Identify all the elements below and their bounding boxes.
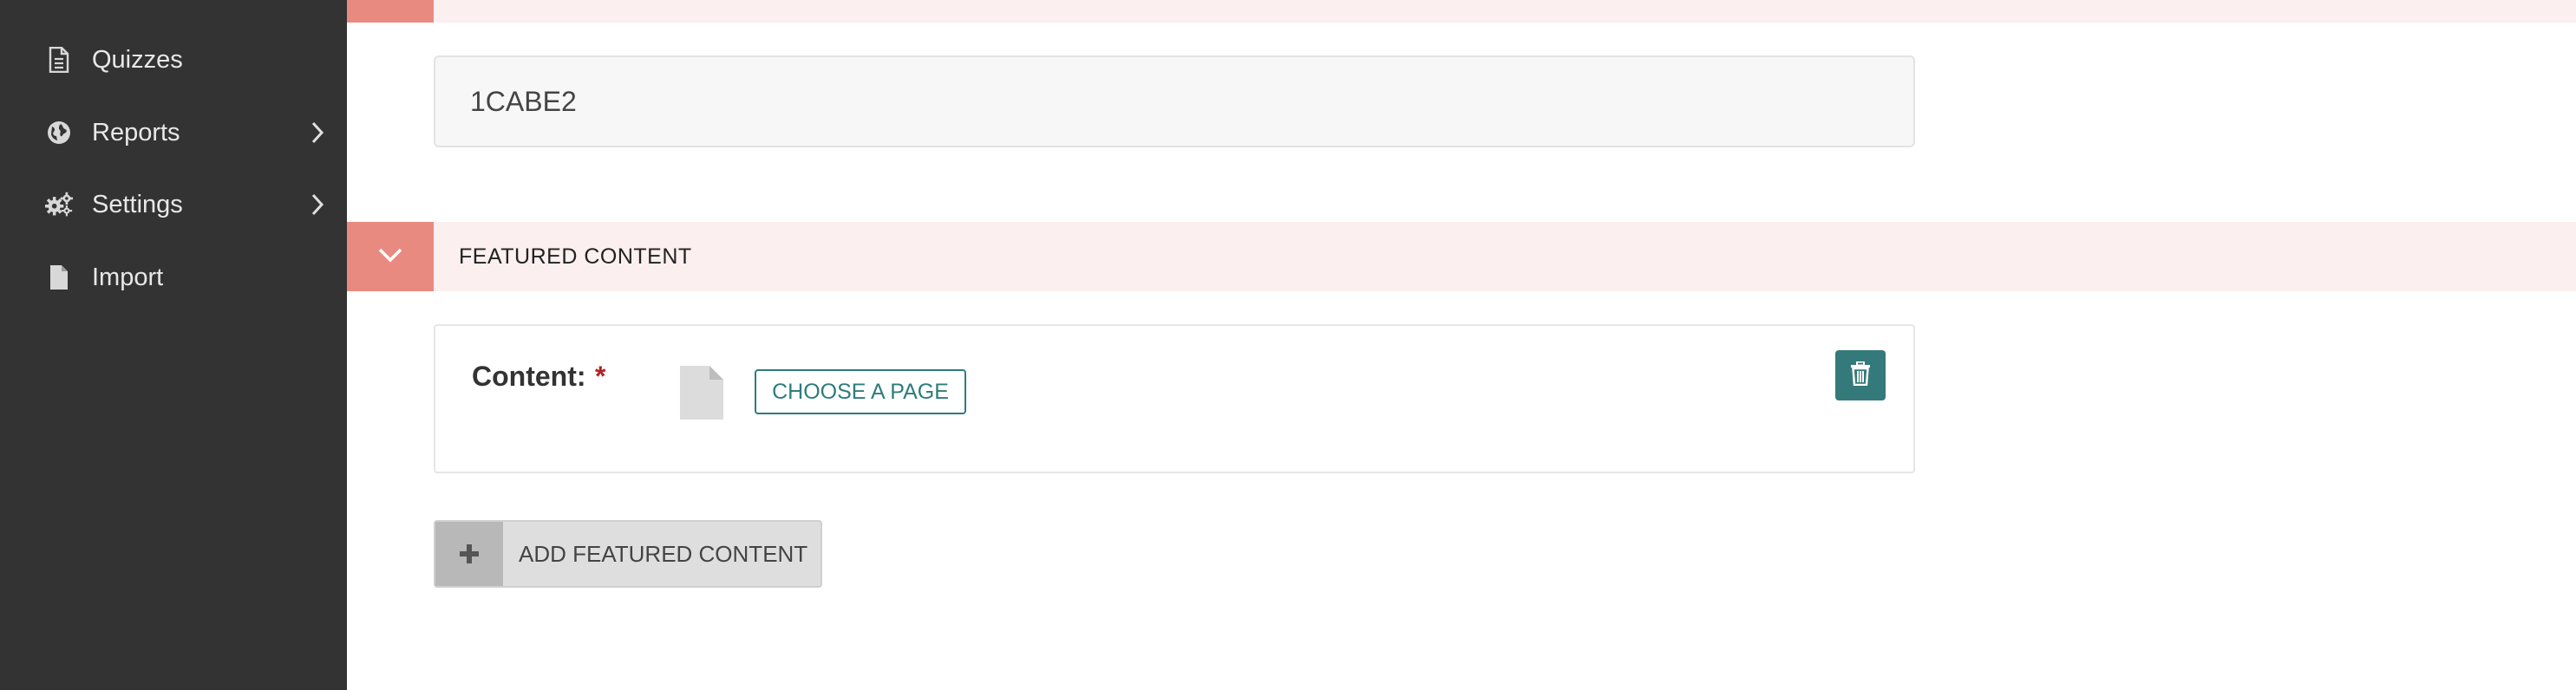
delete-button[interactable] (1835, 350, 1886, 400)
featured-content-header: FEATURED CONTENT (347, 222, 2576, 291)
sidebar-item-settings[interactable]: Settings (0, 173, 347, 236)
section-title: FEATURED CONTENT (459, 244, 692, 269)
document-icon (45, 46, 73, 74)
sidebar-item-label: Quizzes (92, 45, 183, 74)
trash-icon (1850, 361, 1871, 390)
sidebar-item-import[interactable]: Import (0, 246, 347, 309)
section-collapse-toggle[interactable] (347, 222, 434, 291)
sidebar-item-label: Reports (92, 118, 180, 146)
code-field[interactable]: 1CABE2 (434, 55, 1915, 147)
gears-icon (45, 191, 73, 218)
chevron-right-icon (305, 120, 330, 145)
sidebar-item-label: Settings (92, 190, 183, 218)
chevron-down-icon (377, 247, 403, 267)
sidebar-item-label: Import (92, 263, 164, 291)
page-placeholder-icon (678, 364, 725, 421)
file-icon (45, 264, 73, 291)
previous-section-toggle[interactable] (347, 0, 434, 23)
add-featured-content-button[interactable]: ADD FEATURED CONTENT (434, 520, 822, 588)
plus-icon (435, 522, 503, 586)
sidebar: Quizzes Reports Settings Import (0, 0, 347, 690)
previous-section-band (347, 0, 2576, 23)
main-content: 1CABE2 FEATURED CONTENT Content: * CHOOS… (347, 0, 2576, 690)
featured-content-item: Content: * CHOOSE A PAGE (434, 324, 1915, 473)
add-button-label: ADD FEATURED CONTENT (519, 540, 808, 567)
required-marker: * (595, 361, 606, 392)
choose-page-button[interactable]: CHOOSE A PAGE (755, 369, 966, 414)
content-label: Content: (472, 361, 586, 392)
globe-icon (45, 119, 73, 146)
sidebar-item-reports[interactable]: Reports (0, 101, 347, 164)
chevron-right-icon (305, 192, 330, 217)
sidebar-item-quizzes[interactable]: Quizzes (0, 29, 347, 91)
